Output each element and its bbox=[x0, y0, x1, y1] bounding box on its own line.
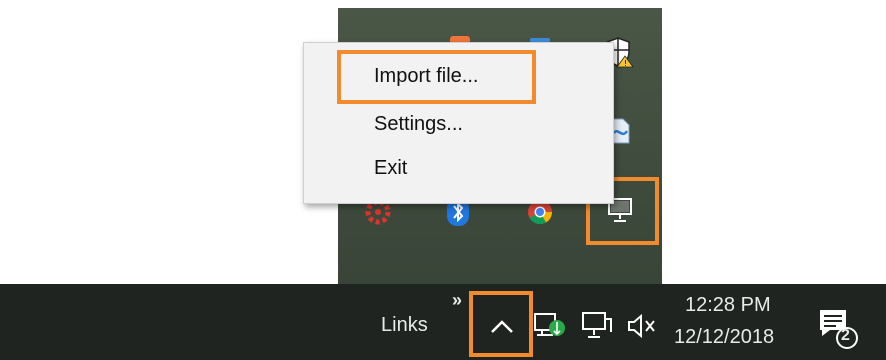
notification-count-badge: 2 bbox=[841, 327, 850, 344]
menu-item-exit[interactable]: Exit bbox=[374, 150, 407, 186]
menu-item-settings[interactable]: Settings... bbox=[374, 106, 463, 142]
svg-text:!: ! bbox=[624, 59, 627, 68]
clock-time: 12:28 PM bbox=[685, 294, 771, 316]
clock-date: 12/12/2018 bbox=[674, 326, 775, 348]
taskbar: Links » 12:28 PM 12/12/2018 2 bbox=[0, 284, 886, 360]
links-toolbar-label[interactable]: Links bbox=[381, 314, 428, 337]
menu-item-import-file[interactable]: Import file... bbox=[374, 58, 478, 94]
toolbar-more-button[interactable]: » bbox=[452, 290, 462, 311]
show-hidden-icons-button[interactable] bbox=[470, 288, 534, 358]
context-menu: Import file... Settings... Exit bbox=[303, 42, 614, 204]
volume-muted-icon[interactable] bbox=[626, 312, 660, 340]
notifications-icon bbox=[820, 310, 858, 349]
network-icon[interactable] bbox=[580, 310, 614, 340]
chevron-up-icon bbox=[491, 320, 513, 333]
action-center-button[interactable]: 2 bbox=[812, 304, 862, 354]
shield-network-icon[interactable] bbox=[533, 310, 567, 338]
clock[interactable]: 12:28 PM 12/12/2018 bbox=[670, 284, 800, 360]
